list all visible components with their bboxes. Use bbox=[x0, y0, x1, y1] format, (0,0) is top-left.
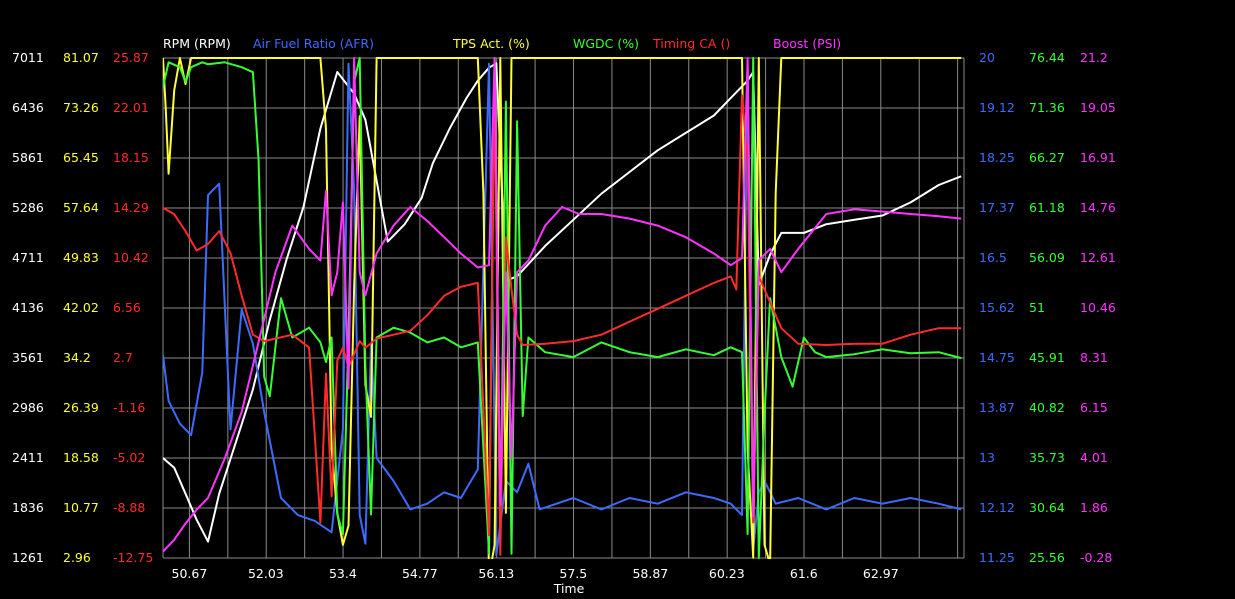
left-axis-tick-label: 1261 bbox=[12, 550, 44, 565]
right-axis-tick-label: 10.46 bbox=[1080, 300, 1116, 315]
right-axis-tick-label: 20 bbox=[979, 50, 995, 65]
x-axis-tick-label: 54.77 bbox=[402, 566, 438, 581]
right-axis-tick-label: 13.87 bbox=[979, 400, 1015, 415]
left-axis-tick-label: 10.77 bbox=[63, 500, 99, 515]
left-axis-tick-label: 2.96 bbox=[63, 550, 91, 565]
right-axis-tick-label: 51 bbox=[1029, 300, 1045, 315]
x-axis-tick-label: 60.23 bbox=[709, 566, 745, 581]
left-axis-tick-label: 4136 bbox=[12, 300, 44, 315]
left-axis-tick-label: 42.02 bbox=[63, 300, 99, 315]
right-axis-tick-label: 19.12 bbox=[979, 100, 1015, 115]
right-axis-tick-label: 45.91 bbox=[1029, 350, 1065, 365]
right-axis-tick-label: 21.2 bbox=[1080, 50, 1108, 65]
datalog-chart: 7011 6436 5861 5286 4711 4136 3561 2986 2411 1836… bbox=[0, 0, 1235, 599]
right-axis-tick-label: 16.5 bbox=[979, 250, 1007, 265]
right-axis-tick-label: 6.15 bbox=[1080, 400, 1108, 415]
right-axis-tick-label: 66.27 bbox=[1029, 150, 1065, 165]
legend-entry: RPM (RPM) bbox=[163, 36, 231, 51]
x-axis-tick-label: 56.13 bbox=[478, 566, 514, 581]
right-axis-tick-label: 14.76 bbox=[1080, 200, 1116, 215]
right-axis-tick-label: 76.44 bbox=[1029, 50, 1065, 65]
left-axis-tick-label: 81.07 bbox=[63, 50, 99, 65]
left-axis-tick-label: 65.45 bbox=[63, 150, 99, 165]
right-axis-tick-label: 35.73 bbox=[1029, 450, 1065, 465]
x-axis-tick-label: 57.5 bbox=[559, 566, 587, 581]
right-axis-tick-label: 61.18 bbox=[1029, 200, 1065, 215]
right-axis-tick-label: 12.61 bbox=[1080, 250, 1116, 265]
right-axis-tick-label: 40.82 bbox=[1029, 400, 1065, 415]
x-axis-title: Time bbox=[553, 581, 585, 596]
left-axis-tick-label: 7011 bbox=[12, 50, 44, 65]
right-axis-tick-label: 25.56 bbox=[1029, 550, 1065, 565]
right-axis-tick-label: -0.28 bbox=[1080, 550, 1112, 565]
right-axis-tick-label: 18.25 bbox=[979, 150, 1015, 165]
right-axis-tick-label: 71.36 bbox=[1029, 100, 1065, 115]
left-axis-tick-label: -5.02 bbox=[113, 450, 145, 465]
left-axis-tick-label: 6436 bbox=[12, 100, 44, 115]
right-axis-tick-label: 19.05 bbox=[1080, 100, 1116, 115]
right-axis-tick-label: 56.09 bbox=[1029, 250, 1065, 265]
right-axis-tick-label: 13 bbox=[979, 450, 995, 465]
x-axis-tick-label: 52.03 bbox=[248, 566, 284, 581]
right-axis-tick-label: 17.37 bbox=[979, 200, 1015, 215]
x-axis-tick-label: 61.6 bbox=[790, 566, 818, 581]
left-axis-tick-label: -12.75 bbox=[113, 550, 153, 565]
legend-entry: Boost (PSI) bbox=[773, 36, 841, 51]
right-axis-tick-label: 16.91 bbox=[1080, 150, 1116, 165]
right-axis-tick-label: 15.62 bbox=[979, 300, 1015, 315]
right-axis-tick-label: 14.75 bbox=[979, 350, 1015, 365]
right-axis-tick-label: 11.25 bbox=[979, 550, 1015, 565]
left-axis-tick-label: 5286 bbox=[12, 200, 44, 215]
left-axis-tick-label: 14.29 bbox=[113, 200, 149, 215]
left-axis-tick-label: 25.87 bbox=[113, 50, 149, 65]
right-axis-tick-label: 30.64 bbox=[1029, 500, 1065, 515]
left-axis-tick-label: 1836 bbox=[12, 500, 44, 515]
left-axis-tick-label: 10.42 bbox=[113, 250, 149, 265]
left-axis-tick-label: 34.2 bbox=[63, 350, 91, 365]
left-axis-tick-label: -1.16 bbox=[113, 400, 145, 415]
chart-svg: 7011 6436 5861 5286 4711 4136 3561 2986 2411 1836… bbox=[0, 0, 1235, 599]
x-axis-tick-label: 50.67 bbox=[172, 566, 208, 581]
left-axis-tick-label: 26.39 bbox=[63, 400, 99, 415]
legend-entry: Air Fuel Ratio (AFR) bbox=[253, 36, 374, 51]
left-axis-tick-label: 22.01 bbox=[113, 100, 149, 115]
right-axis-tick-label: 1.86 bbox=[1080, 500, 1108, 515]
left-axis-tick-label: 2.7 bbox=[113, 350, 133, 365]
x-axis-tick-label: 58.87 bbox=[632, 566, 668, 581]
left-axis-tick-label: 49.83 bbox=[63, 250, 99, 265]
left-axis-tick-label: -8.88 bbox=[113, 500, 145, 515]
legend-entry: TPS Act. (%) bbox=[452, 36, 530, 51]
left-axis-tick-label: 6.56 bbox=[113, 300, 141, 315]
left-axis-tick-label: 18.15 bbox=[113, 150, 149, 165]
left-axis-tick-label: 2986 bbox=[12, 400, 44, 415]
right-axis-tick-label: 12.12 bbox=[979, 500, 1015, 515]
right-axis-tick-label: 8.31 bbox=[1080, 350, 1108, 365]
right-axis-tick-label: 4.01 bbox=[1080, 450, 1108, 465]
left-axis-tick-label: 4711 bbox=[12, 250, 44, 265]
x-axis-tick-label: 53.4 bbox=[329, 566, 357, 581]
left-axis-tick-label: 5861 bbox=[12, 150, 44, 165]
legend-entry: Timing CA () bbox=[652, 36, 730, 51]
left-axis-tick-label: 2411 bbox=[12, 450, 44, 465]
left-axis-tick-label: 57.64 bbox=[63, 200, 99, 215]
left-axis-tick-label: 3561 bbox=[12, 350, 44, 365]
left-axis-tick-label: 73.26 bbox=[63, 100, 99, 115]
left-axis-tick-label: 18.58 bbox=[63, 450, 99, 465]
legend-entry: WGDC (%) bbox=[573, 36, 639, 51]
x-axis-tick-label: 62.97 bbox=[863, 566, 899, 581]
